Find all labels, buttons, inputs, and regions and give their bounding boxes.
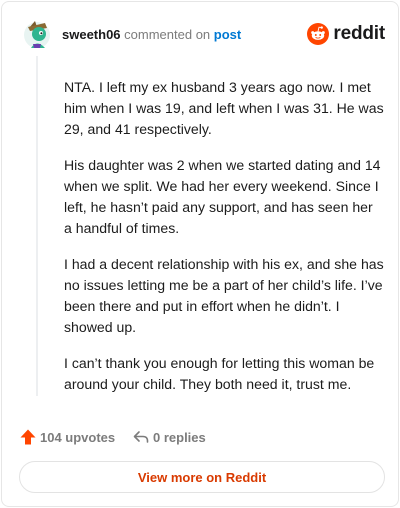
- post-link[interactable]: post: [214, 27, 241, 42]
- comment-paragraph: I can’t thank you enough for letting thi…: [64, 355, 375, 392]
- comment-actions: 104 upvotes 0 replies: [19, 426, 379, 448]
- upvote-count: 104 upvotes: [40, 429, 116, 445]
- commented-on-text: commented on: [124, 27, 211, 42]
- comment-paragraph: His daughter was 2 when we started datin…: [64, 157, 381, 236]
- comment-body: NTA. I left my ex husband 3 years ago no…: [64, 77, 384, 410]
- embedded-comment-card: sweeth06 commented on post reddit NTA. I…: [1, 1, 399, 507]
- view-more-on-reddit-button[interactable]: View more on Reddit: [19, 461, 385, 493]
- user-avatar[interactable]: [23, 18, 51, 50]
- reply-count: 0 replies: [153, 429, 206, 445]
- upvote-button[interactable]: 104 upvotes: [19, 428, 115, 446]
- upvote-arrow-icon: [20, 429, 36, 445]
- reddit-wordmark: reddit: [333, 23, 385, 44]
- comment-paragraph: I had a decent relationship with his ex,…: [64, 256, 384, 335]
- reply-button[interactable]: 0 replies: [132, 428, 206, 446]
- reddit-snoo-icon: [307, 23, 330, 45]
- reddit-logo[interactable]: reddit: [307, 22, 385, 46]
- comment-paragraph: NTA. I left my ex husband 3 years ago no…: [64, 79, 384, 137]
- thread-line: [36, 56, 38, 396]
- author-name[interactable]: sweeth06: [62, 27, 121, 42]
- reply-arrow-icon: [133, 431, 149, 443]
- avatar-image: [24, 21, 50, 48]
- comment-header: sweeth06 commented on post reddit: [23, 18, 385, 50]
- author-line: sweeth06 commented on post: [62, 27, 241, 43]
